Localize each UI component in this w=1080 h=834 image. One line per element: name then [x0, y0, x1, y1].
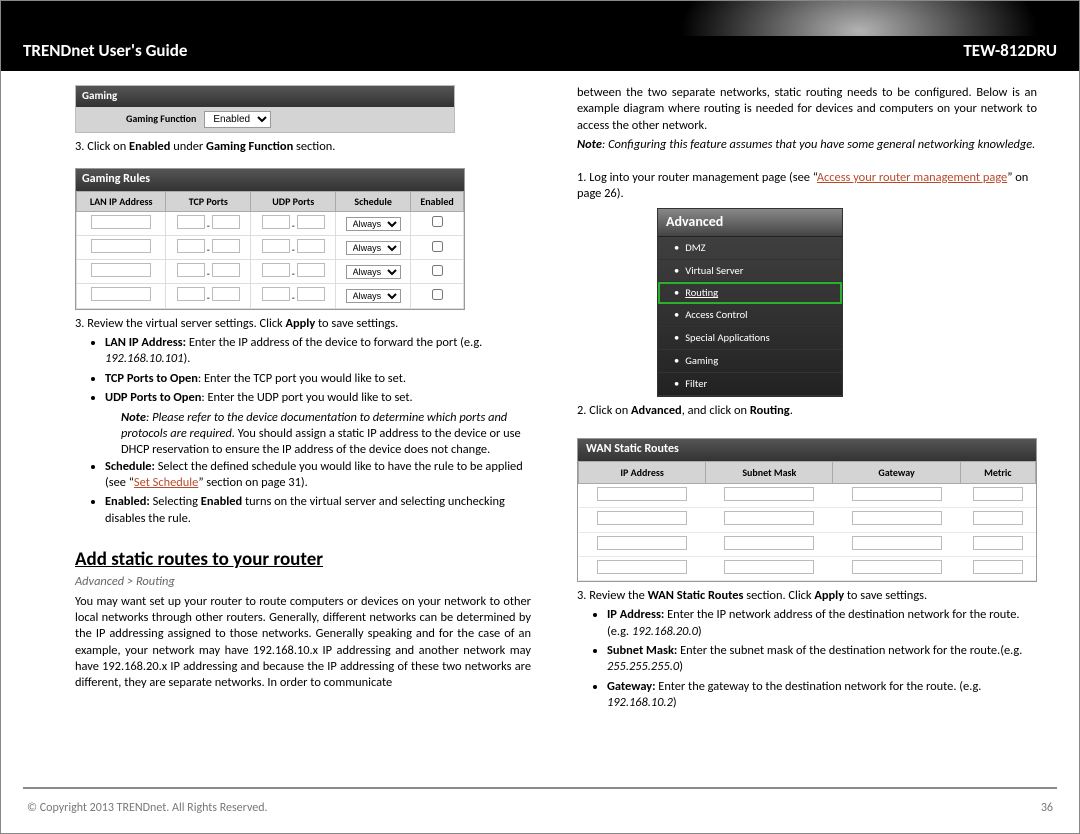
wan-routes-screenshot: WAN Static Routes IP Address Subnet Mask… [577, 438, 1037, 582]
rules-header: Gaming Rules [76, 169, 464, 191]
table-row [579, 556, 1036, 580]
right-column: between the two separate networks, stati… [577, 85, 1037, 715]
menu-item-special-apps[interactable]: Special Applications [658, 327, 842, 350]
col-sched: Schedule [336, 191, 411, 211]
menu-item-filter[interactable]: Filter [658, 373, 842, 396]
rules-table: LAN IP Address TCP Ports UDP Ports Sched… [76, 191, 464, 309]
table-row: --Always [77, 284, 464, 308]
bullet-gw: Gateway: Enter the gateway to the destin… [607, 679, 1037, 712]
continued-paragraph: between the two separate networks, stati… [577, 85, 1037, 134]
col-lan: LAN IP Address [77, 191, 166, 211]
enabled-checkbox[interactable] [432, 216, 443, 227]
step-1: 1. Log into your router management page … [577, 170, 1037, 203]
menu-item-routing[interactable]: Routing [658, 282, 842, 304]
table-row [579, 508, 1036, 532]
model-number: TEW-812DRU [963, 40, 1057, 61]
section-paragraph: You may want set up your router to route… [75, 594, 531, 692]
gaming-panel-header: Gaming [76, 86, 454, 107]
schedule-select[interactable]: Always [346, 241, 401, 255]
menu-item-gaming[interactable]: Gaming [658, 350, 842, 373]
gaming-function-select[interactable]: Enabled [204, 111, 271, 128]
enabled-checkbox[interactable] [432, 241, 443, 252]
advanced-menu-title: Advanced [658, 209, 842, 236]
route-bullets: IP Address: Enter the IP network address… [577, 607, 1037, 711]
advanced-menu-screenshot: Advanced DMZ Virtual Server Routing Acce… [657, 208, 843, 396]
gaming-function-label: Gaming Function [126, 112, 196, 125]
bullet-schedule: Schedule: Select the defined schedule yo… [105, 459, 531, 492]
content-columns: Gaming Gaming Function Enabled 3. Click … [1, 71, 1079, 715]
gaming-panel-screenshot: Gaming Gaming Function Enabled [75, 85, 455, 133]
left-column: Gaming Gaming Function Enabled 3. Click … [75, 85, 531, 715]
doc-title: TRENDnet User's Guide [23, 40, 187, 61]
menu-item-virtual-server[interactable]: Virtual Server [658, 260, 842, 283]
table-row: --Always [77, 211, 464, 235]
breadcrumb: Advanced > Routing [75, 574, 531, 590]
note-networking: Note: Configuring this feature assumes t… [577, 137, 1037, 153]
bullet-tcp: TCP Ports to Open: Enter the TCP port yo… [105, 371, 531, 387]
gaming-function-row: Gaming Function Enabled [76, 107, 454, 132]
schedule-select[interactable]: Always [346, 289, 401, 303]
note-ports: Note: Please refer to the device documen… [75, 410, 531, 459]
menu-item-access-control[interactable]: Access Control [658, 304, 842, 327]
wan-routes-table: IP Address Subnet Mask Gateway Metric [578, 461, 1036, 581]
schedule-select[interactable]: Always [346, 217, 401, 231]
header-banner: TRENDnet User's Guide TEW-812DRU [1, 1, 1079, 71]
col-gw: Gateway [833, 461, 960, 483]
schedule-select[interactable]: Always [346, 265, 401, 279]
footer: © Copyright 2013 TRENDnet. All Rights Re… [27, 801, 1053, 815]
access-router-link[interactable]: Access your router management page [817, 170, 1007, 185]
bullet-mask: Subnet Mask: Enter the subnet mask of th… [607, 643, 1037, 676]
document-page: TRENDnet User's Guide TEW-812DRU Gaming … [0, 0, 1080, 834]
header-bar: TRENDnet User's Guide TEW-812DRU [1, 36, 1079, 71]
enabled-checkbox[interactable] [432, 289, 443, 300]
footer-divider [23, 787, 1057, 789]
col-en: Enabled [411, 191, 464, 211]
step-2: 2. Click on Advanced, and click on Routi… [577, 403, 1037, 419]
table-row: --Always [77, 260, 464, 284]
menu-item-dmz[interactable]: DMZ [658, 237, 842, 260]
copyright-text: © Copyright 2013 TRENDnet. All Rights Re… [27, 801, 268, 815]
bullet-lan: LAN IP Address: Enter the IP address of … [105, 335, 531, 368]
page-number: 36 [1041, 801, 1053, 815]
col-mask: Subnet Mask [706, 461, 833, 483]
settings-bullets: LAN IP Address: Enter the IP address of … [75, 335, 531, 407]
step-3a: 3. Click on Enabled under Gaming Functio… [75, 139, 531, 155]
col-tcp: TCP Ports [166, 191, 251, 211]
col-ip: IP Address [579, 461, 706, 483]
bullet-enabled: Enabled: Selecting Enabled turns on the … [105, 494, 531, 527]
section-heading: Add static routes to your router [75, 547, 531, 572]
set-schedule-link[interactable]: Set Schedule [134, 475, 198, 490]
table-row [579, 532, 1036, 556]
enabled-checkbox[interactable] [432, 265, 443, 276]
settings-bullets-2: Schedule: Select the defined schedule yo… [75, 459, 531, 528]
step-3b: 3. Review the virtual server settings. C… [75, 316, 531, 332]
bullet-ip: IP Address: Enter the IP network address… [607, 607, 1037, 640]
col-metric: Metric [960, 461, 1035, 483]
gaming-rules-screenshot: Gaming Rules LAN IP Address TCP Ports UD… [75, 168, 465, 310]
bullet-udp: UDP Ports to Open: Enter the UDP port yo… [105, 390, 531, 406]
table-row [579, 484, 1036, 508]
step-3-right: 3. Review the WAN Static Routes section.… [577, 588, 1037, 604]
wan-routes-header: WAN Static Routes [578, 439, 1036, 461]
table-row: --Always [77, 236, 464, 260]
col-udp: UDP Ports [251, 191, 336, 211]
